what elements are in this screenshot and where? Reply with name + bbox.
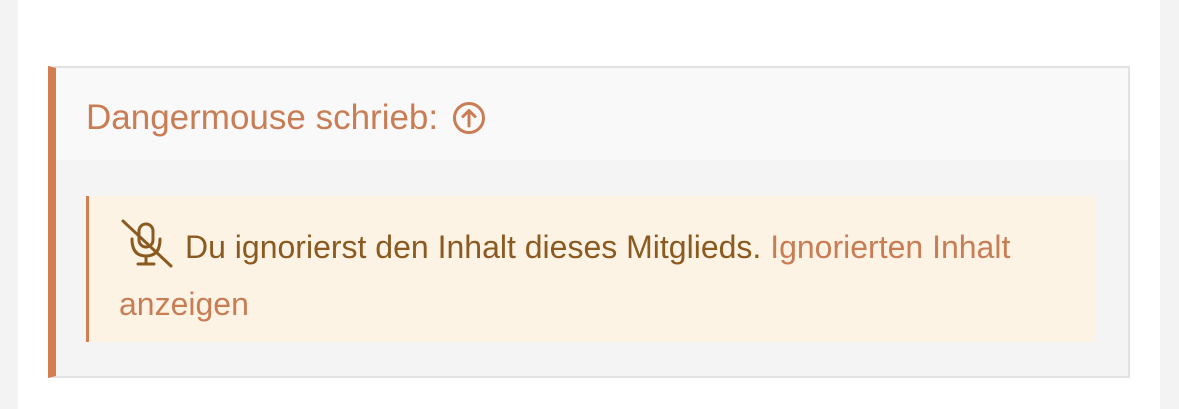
- ignored-content-notice: Du ignorierst den Inhalt dieses Mitglied…: [86, 196, 1096, 342]
- quote-block: Dangermouse schrieb: Du ignorierst den I…: [48, 66, 1130, 378]
- page-content: Dangermouse schrieb: Du ignorierst den I…: [18, 0, 1160, 409]
- arrow-up-circle-icon[interactable]: [452, 101, 486, 135]
- quote-author-label: Dangermouse schrieb:: [86, 98, 439, 137]
- quote-header: Dangermouse schrieb:: [56, 68, 1128, 160]
- quote-author-link[interactable]: Dangermouse schrieb:: [86, 96, 486, 140]
- microphone-slash-icon: [119, 218, 175, 268]
- ignored-message: Du ignorierst den Inhalt dieses Mitglied…: [185, 229, 762, 265]
